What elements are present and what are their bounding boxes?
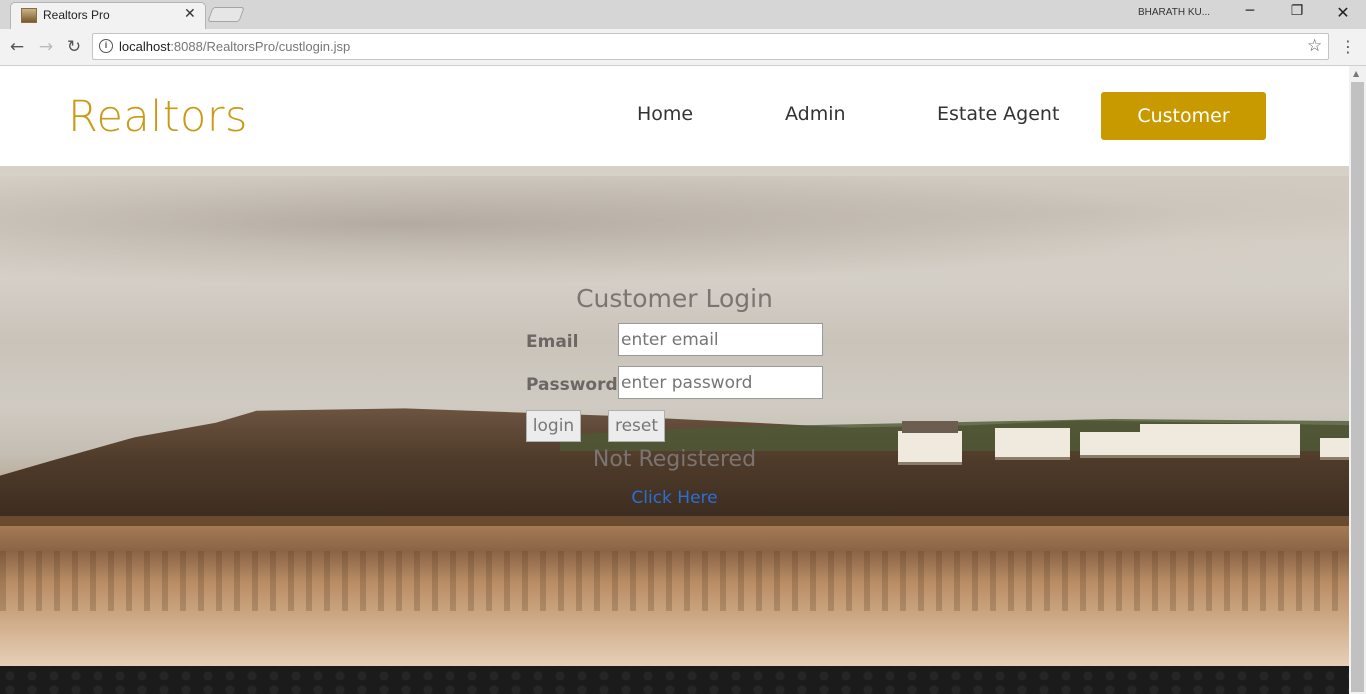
login-button[interactable]: login — [526, 410, 581, 442]
nav-estate-agent-link[interactable]: Estate Agent — [937, 103, 1059, 125]
nav-home-link[interactable]: Home — [637, 103, 693, 125]
scroll-up-arrow-icon[interactable]: ▲ — [1353, 69, 1359, 78]
address-bar[interactable]: i localhost:8088/RealtorsPro/custlogin.j… — [92, 33, 1329, 60]
page-viewport: Realtors Home Admin Estate Agent Custome… — [0, 66, 1349, 694]
email-label: Email — [526, 332, 579, 352]
house-roof-image — [902, 421, 958, 433]
browser-tab-strip: Realtors Pro ✕ BHARATH KU... ─ ❐ ✕ — [0, 0, 1366, 29]
password-label: Password — [526, 375, 618, 395]
minimize-icon[interactable]: ─ — [1240, 3, 1260, 23]
not-registered-text: Not Registered — [592, 447, 757, 472]
site-header: Realtors Home Admin Estate Agent Custome… — [0, 66, 1349, 166]
back-arrow-icon[interactable]: ← — [7, 37, 27, 57]
close-window-icon[interactable]: ✕ — [1333, 3, 1353, 23]
reload-icon[interactable]: ↻ — [64, 37, 84, 57]
site-info-icon[interactable]: i — [99, 39, 113, 53]
page-scrollbar[interactable]: ▲ — [1349, 66, 1366, 694]
reset-button[interactable]: reset — [608, 410, 665, 442]
footer-strip — [0, 666, 1349, 694]
site-logo[interactable]: Realtors — [68, 92, 248, 142]
login-title: Customer Login — [576, 284, 773, 313]
register-link[interactable]: Click Here — [0, 488, 1349, 508]
restore-icon[interactable]: ❐ — [1287, 3, 1307, 23]
scroll-thumb[interactable] — [1351, 82, 1364, 692]
water-reflection — [0, 551, 1349, 611]
tab-title: Realtors Pro — [43, 8, 110, 22]
email-field[interactable] — [618, 323, 823, 356]
browser-toolbar: ← → ↻ i localhost:8088/RealtorsPro/custl… — [0, 29, 1366, 66]
hero-background-image: Customer Login Email Password login rese… — [0, 166, 1349, 666]
sky-clouds — [0, 176, 1349, 296]
forward-arrow-icon[interactable]: → — [36, 37, 56, 57]
browser-tab[interactable]: Realtors Pro ✕ — [10, 2, 206, 29]
site-favicon-icon — [21, 8, 37, 23]
new-tab-button[interactable] — [207, 7, 245, 22]
nav-customer-button[interactable]: Customer — [1101, 92, 1266, 140]
bookmark-star-icon[interactable]: ☆ — [1307, 36, 1322, 56]
url-text[interactable]: localhost:8088/RealtorsPro/custlogin.jsp — [119, 39, 350, 54]
profile-name[interactable]: BHARATH KU... — [1138, 7, 1210, 18]
nav-admin-link[interactable]: Admin — [785, 103, 846, 125]
close-tab-icon[interactable]: ✕ — [184, 6, 196, 22]
browser-menu-icon[interactable]: ⋮ — [1338, 37, 1358, 57]
password-field[interactable] — [618, 366, 823, 399]
